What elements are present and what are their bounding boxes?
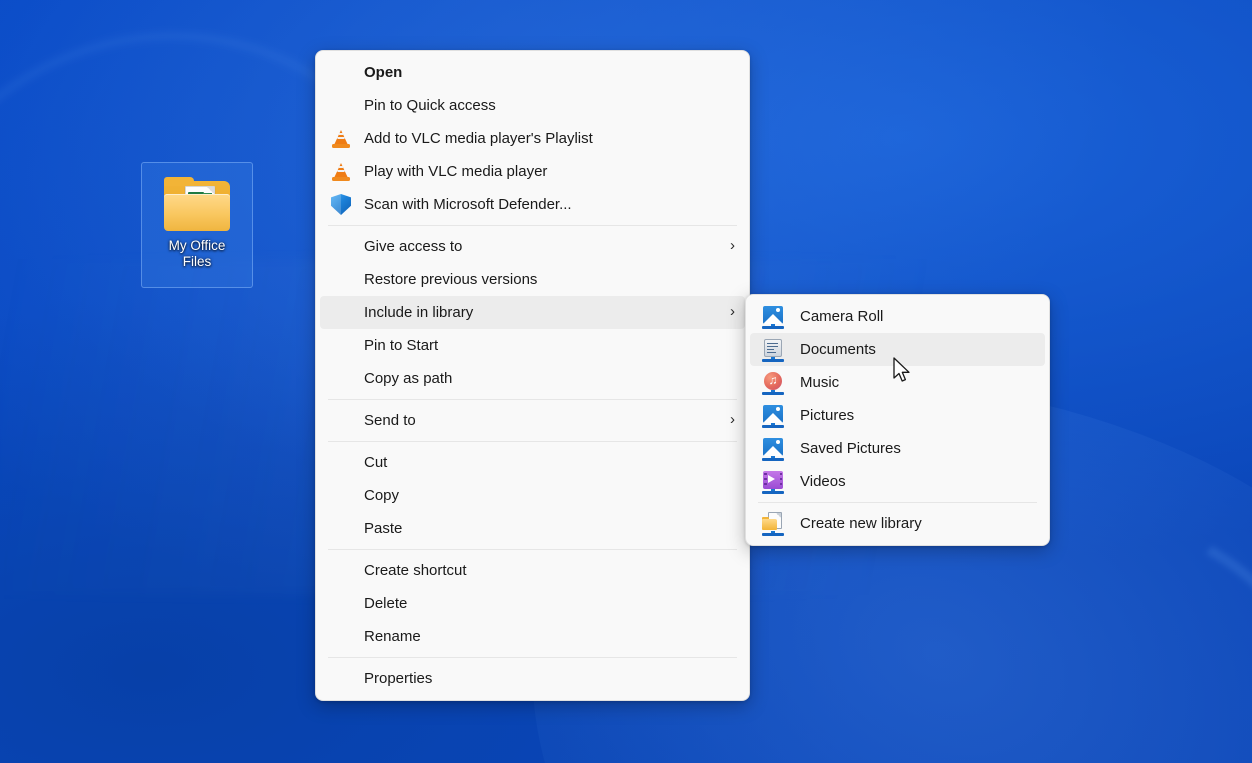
desktop-icon-label: My Office Files xyxy=(145,238,249,270)
menu-item-label: Cut xyxy=(364,453,735,473)
menu-item-label: Pin to Quick access xyxy=(364,96,735,116)
no-icon-placeholder xyxy=(328,367,354,391)
menu-item-give-access-to[interactable]: Give access to › xyxy=(320,230,745,263)
menu-item-pin-to-quick-access[interactable]: Pin to Quick access xyxy=(320,89,745,122)
no-icon-placeholder xyxy=(328,409,354,433)
menu-separator xyxy=(328,399,737,400)
music-library-icon: ♫ xyxy=(760,371,786,395)
new-library-icon xyxy=(760,512,786,536)
no-icon-placeholder xyxy=(328,451,354,475)
menu-item-create-shortcut[interactable]: Create shortcut xyxy=(320,554,745,587)
no-icon-placeholder xyxy=(328,517,354,541)
menu-item-label: Paste xyxy=(364,519,735,539)
menu-item-label: Include in library xyxy=(364,303,716,323)
video-library-icon xyxy=(760,470,786,494)
folder-context-menu[interactable]: Open Pin to Quick access Add to VLC medi… xyxy=(315,50,750,701)
folder-with-office-document-icon: X xyxy=(164,177,230,231)
vlc-cone-icon xyxy=(328,127,354,151)
menu-separator xyxy=(328,657,737,658)
no-icon-placeholder xyxy=(328,484,354,508)
no-icon-placeholder xyxy=(328,592,354,616)
picture-library-icon xyxy=(760,305,786,329)
menu-item-add-to-vlc-playlist[interactable]: Add to VLC media player's Playlist xyxy=(320,122,745,155)
menu-item-pin-to-start[interactable]: Pin to Start xyxy=(320,329,745,362)
submenu-item-label: Documents xyxy=(800,340,1035,360)
no-icon-placeholder xyxy=(328,625,354,649)
menu-item-label: Add to VLC media player's Playlist xyxy=(364,129,735,149)
menu-item-copy-as-path[interactable]: Copy as path xyxy=(320,362,745,395)
submenu-item-pictures[interactable]: Pictures xyxy=(750,399,1045,432)
submenu-item-documents[interactable]: Documents xyxy=(750,333,1045,366)
menu-item-label: Rename xyxy=(364,627,735,647)
menu-item-paste[interactable]: Paste xyxy=(320,512,745,545)
desktop-icon-label-line2: Files xyxy=(183,254,212,269)
menu-item-play-with-vlc[interactable]: Play with VLC media player xyxy=(320,155,745,188)
menu-item-copy[interactable]: Copy xyxy=(320,479,745,512)
chevron-right-icon: › xyxy=(730,238,735,253)
submenu-item-label: Saved Pictures xyxy=(800,439,1035,459)
menu-item-label: Open xyxy=(364,63,735,83)
submenu-item-camera-roll[interactable]: Camera Roll xyxy=(750,300,1045,333)
menu-item-label: Restore previous versions xyxy=(364,270,735,290)
menu-separator xyxy=(328,225,737,226)
picture-library-icon xyxy=(760,437,786,461)
no-icon-placeholder xyxy=(328,268,354,292)
no-icon-placeholder xyxy=(328,559,354,583)
menu-item-scan-with-microsoft-defender[interactable]: Scan with Microsoft Defender... xyxy=(320,188,745,221)
no-icon-placeholder xyxy=(328,334,354,358)
menu-item-rename[interactable]: Rename xyxy=(320,620,745,653)
folder-front-panel xyxy=(164,194,230,231)
menu-item-delete[interactable]: Delete xyxy=(320,587,745,620)
menu-separator xyxy=(328,549,737,550)
desktop-icon-label-line1: My Office xyxy=(169,238,226,253)
no-icon-placeholder xyxy=(328,61,354,85)
picture-library-icon xyxy=(760,404,786,428)
menu-item-label: Create shortcut xyxy=(364,561,735,581)
no-icon-placeholder xyxy=(328,94,354,118)
menu-item-send-to[interactable]: Send to › xyxy=(320,404,745,437)
submenu-item-create-new-library[interactable]: Create new library xyxy=(750,507,1045,540)
menu-item-restore-previous-versions[interactable]: Restore previous versions xyxy=(320,263,745,296)
vlc-cone-icon xyxy=(328,160,354,184)
chevron-right-icon: › xyxy=(730,304,735,319)
desktop[interactable]: X My Office Files Open Pin to Quick acce… xyxy=(0,0,1252,763)
menu-item-include-in-library[interactable]: Include in library › xyxy=(320,296,745,329)
submenu-item-label: Music xyxy=(800,373,1035,393)
defender-shield-icon xyxy=(328,193,354,217)
submenu-item-label: Pictures xyxy=(800,406,1035,426)
no-icon-placeholder xyxy=(328,235,354,259)
chevron-right-icon: › xyxy=(730,412,735,427)
menu-item-label: Copy xyxy=(364,486,735,506)
menu-item-label: Play with VLC media player xyxy=(364,162,735,182)
desktop-icon-my-office-files[interactable]: X My Office Files xyxy=(141,162,253,288)
include-in-library-submenu[interactable]: Camera Roll Documents ♫ Music xyxy=(745,294,1050,546)
no-icon-placeholder xyxy=(328,667,354,691)
menu-item-label: Send to xyxy=(364,411,716,431)
menu-item-properties[interactable]: Properties xyxy=(320,662,745,695)
menu-item-label: Pin to Start xyxy=(364,336,735,356)
menu-item-label: Properties xyxy=(364,669,735,689)
folder-tab xyxy=(164,177,194,186)
menu-item-label: Delete xyxy=(364,594,735,614)
submenu-item-music[interactable]: ♫ Music xyxy=(750,366,1045,399)
menu-separator xyxy=(328,441,737,442)
menu-item-label: Scan with Microsoft Defender... xyxy=(364,195,735,215)
submenu-item-saved-pictures[interactable]: Saved Pictures xyxy=(750,432,1045,465)
submenu-item-label: Create new library xyxy=(800,514,1035,534)
submenu-item-videos[interactable]: Videos xyxy=(750,465,1045,498)
documents-library-icon xyxy=(760,338,786,362)
submenu-item-label: Videos xyxy=(800,472,1035,492)
menu-item-label: Give access to xyxy=(364,237,716,257)
menu-item-label: Copy as path xyxy=(364,369,735,389)
no-icon-placeholder xyxy=(328,301,354,325)
menu-item-cut[interactable]: Cut xyxy=(320,446,745,479)
submenu-item-label: Camera Roll xyxy=(800,307,1035,327)
menu-item-open[interactable]: Open xyxy=(320,56,745,89)
submenu-separator xyxy=(758,502,1037,503)
